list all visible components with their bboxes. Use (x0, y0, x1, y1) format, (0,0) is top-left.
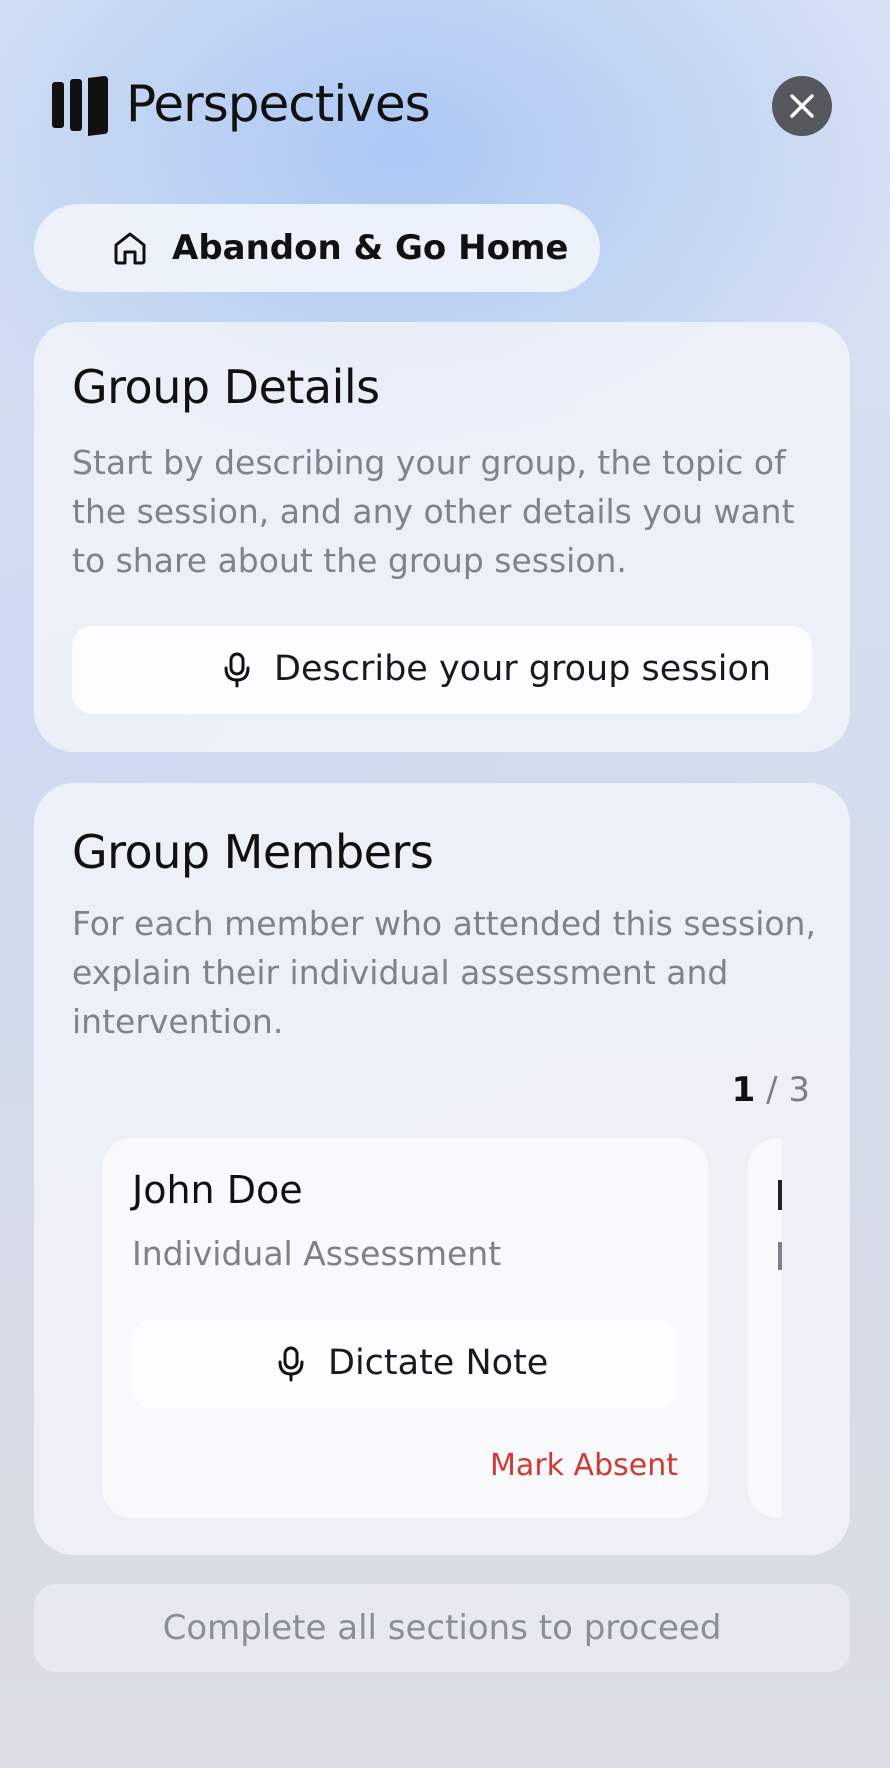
member-name: John Doe (132, 1168, 303, 1212)
group-members-description: For each member who attended this sessio… (72, 904, 816, 1041)
close-icon (790, 94, 814, 118)
member-card: John Doe Individual Assessment Dictate N… (102, 1138, 708, 1518)
member-pagination-counter: 1 / 3 (732, 1070, 810, 1110)
counter-separator: / (755, 1070, 789, 1110)
describe-group-session-button[interactable]: Describe your group session (72, 626, 812, 714)
group-details-title: Group Details (72, 360, 380, 414)
counter-total: 3 (788, 1070, 810, 1110)
counter-current: 1 (731, 1070, 756, 1110)
dictate-note-button[interactable]: Dictate Note (132, 1320, 678, 1408)
next-member-card-peek[interactable] (748, 1138, 782, 1518)
next-member-name-peek (778, 1180, 782, 1210)
abandon-go-home-label: Abandon & Go Home (172, 228, 569, 268)
group-members-card: Group Members For each member who attend… (34, 783, 850, 1555)
microphone-icon (224, 652, 250, 688)
member-assessment-label: Individual Assessment (132, 1234, 502, 1273)
abandon-go-home-button[interactable]: Abandon & Go Home (34, 204, 600, 292)
app-title: Perspectives (126, 75, 431, 133)
home-icon (114, 232, 146, 265)
describe-group-session-label: Describe your group session (274, 649, 772, 689)
mark-absent-link[interactable]: Mark Absent (490, 1448, 678, 1483)
group-details-description: Start by describing your group, the topi… (72, 443, 795, 580)
next-member-subtitle-peek (778, 1242, 782, 1270)
proceed-button-disabled[interactable]: Complete all sections to proceed (34, 1584, 850, 1672)
close-button[interactable] (772, 76, 832, 136)
group-details-card: Group Details Start by describing your g… (34, 322, 850, 752)
group-members-title: Group Members (72, 825, 434, 879)
perspectives-logo-icon (52, 76, 108, 136)
app-header: Perspectives (52, 72, 842, 142)
dictate-note-label: Dictate Note (328, 1343, 549, 1383)
microphone-icon (278, 1346, 304, 1382)
